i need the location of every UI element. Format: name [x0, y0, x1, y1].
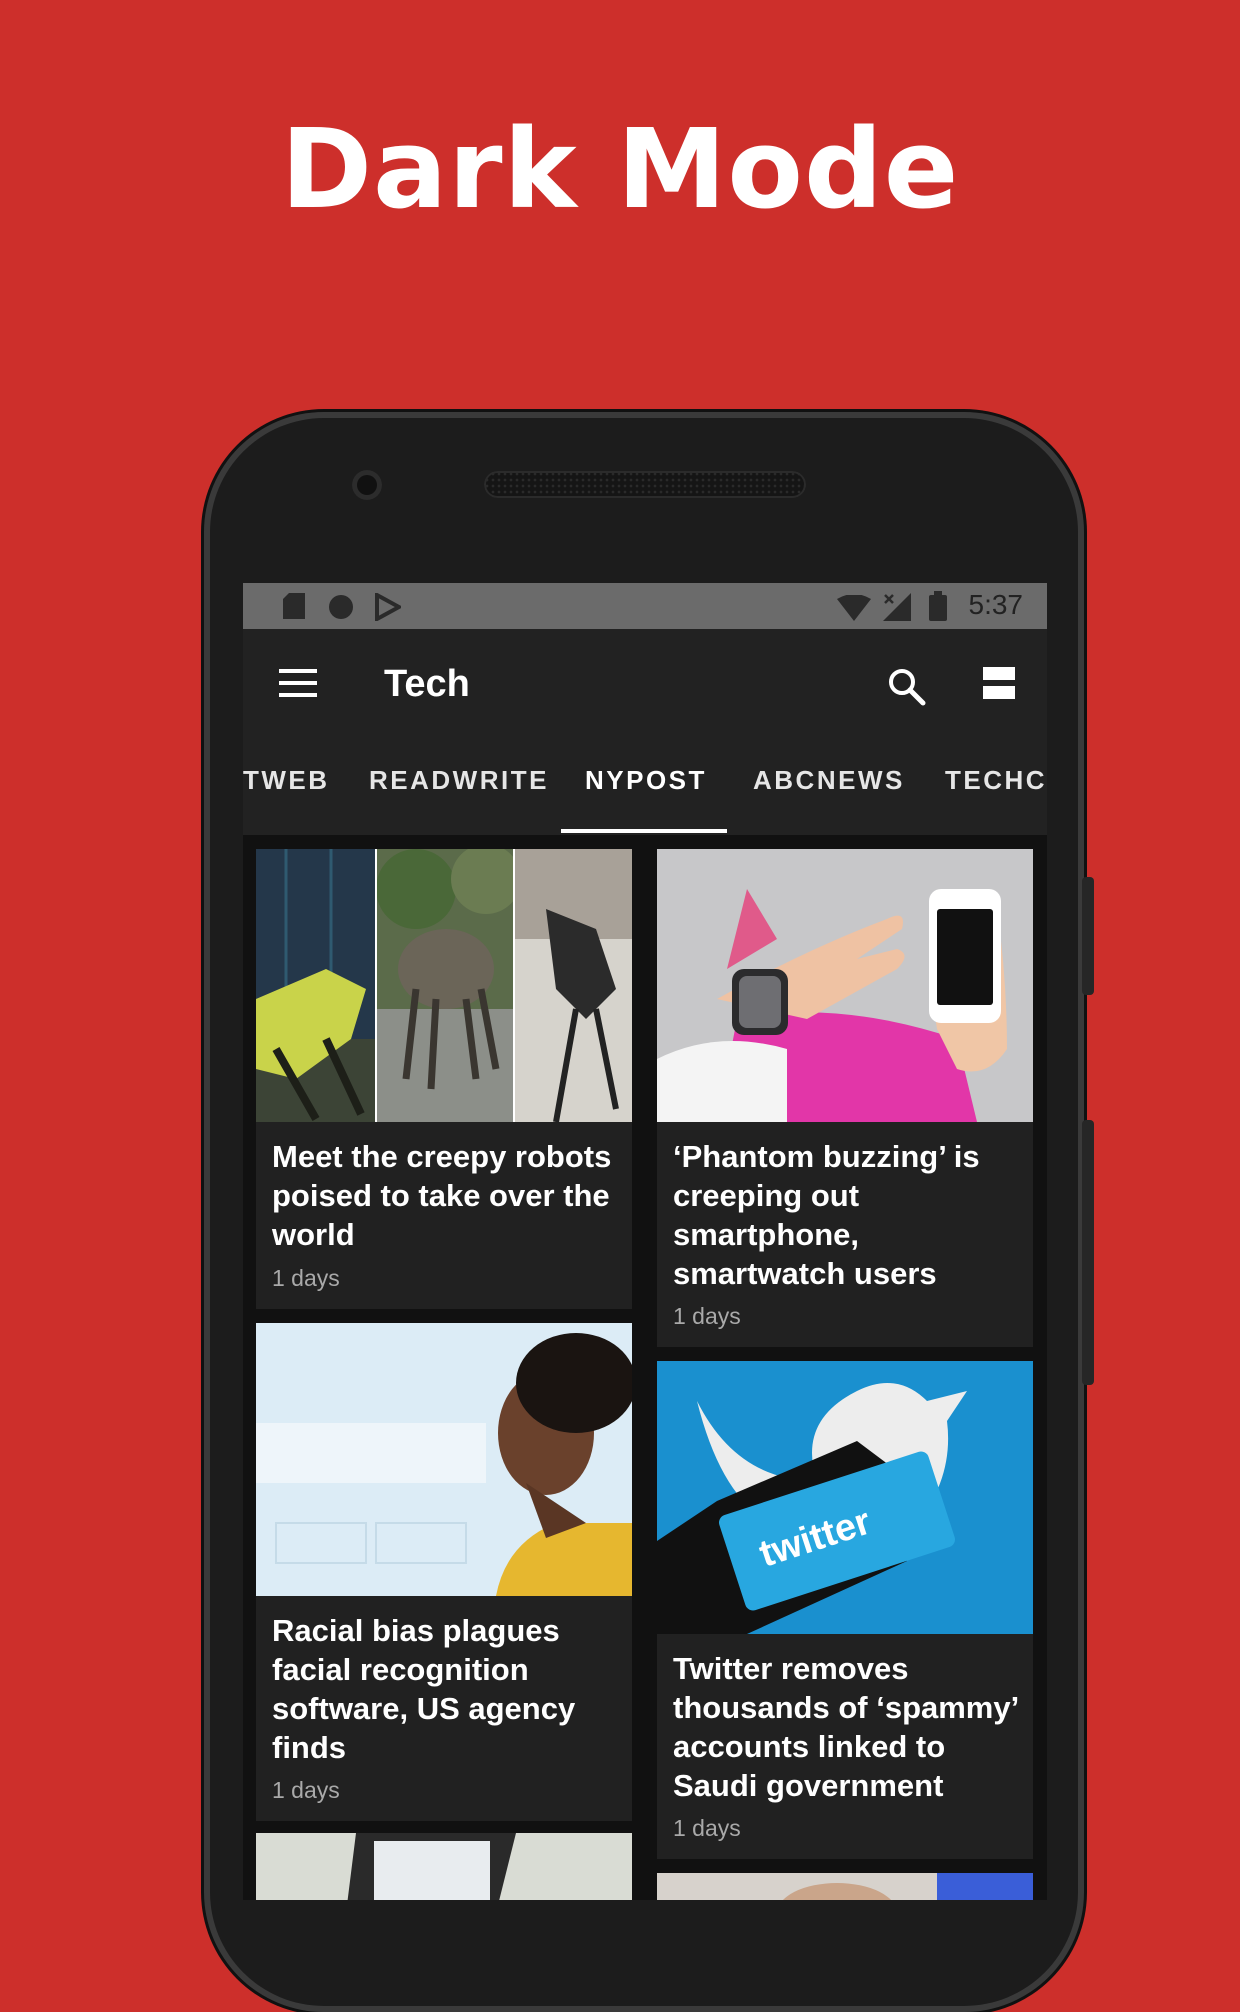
article-title: Racial bias plagues facial recognition s… — [272, 1613, 576, 1765]
phone-side-button — [1082, 877, 1094, 995]
status-time: 5:37 — [968, 589, 1024, 620]
view-toggle-icon[interactable] — [983, 667, 1015, 701]
sd-card-icon — [283, 593, 305, 619]
source-tabs: TWEB READWRITE NYPOST ABCNEWS TECHCI — [243, 739, 1047, 835]
article-image-facial-recognition — [256, 1323, 632, 1596]
app-title: Tech — [384, 663, 470, 705]
tab-readwrite[interactable]: READWRITE — [369, 765, 549, 796]
earpiece-speaker — [484, 471, 806, 498]
article-title: Twitter removes thousands of ‘spammy’ ac… — [673, 1651, 1018, 1803]
article-card[interactable]: Meet the creepy robots poised to take ov… — [256, 849, 632, 1309]
wifi-icon — [837, 595, 871, 621]
tab-abcnews[interactable]: ABCNEWS — [753, 765, 905, 796]
article-age: 1 days — [673, 1303, 741, 1329]
article-age: 1 days — [272, 1777, 340, 1803]
signal-icon — [883, 593, 911, 621]
article-image-robots — [256, 849, 632, 1122]
search-icon[interactable] — [885, 665, 929, 709]
article-image-partial — [657, 1873, 1033, 1900]
article-title: ‘Phantom buzzing’ is creeping out smartp… — [673, 1139, 980, 1291]
article-age: 1 days — [673, 1815, 741, 1841]
article-image-partial — [256, 1833, 632, 1900]
circle-icon — [329, 595, 353, 619]
article-image-twitter: twitter — [657, 1361, 1033, 1634]
article-card[interactable] — [256, 1833, 632, 1900]
tab-techci[interactable]: TECHCI — [945, 765, 1047, 796]
tab-selected-indicator — [561, 829, 727, 833]
play-store-icon — [375, 593, 401, 621]
phone-volume-button — [1082, 1120, 1094, 1385]
battery-icon — [929, 591, 947, 621]
article-card[interactable]: twitter Twitter removes thousands of ‘sp… — [657, 1361, 1033, 1859]
article-card[interactable] — [657, 1873, 1033, 1900]
phone-screen: 5:37 Tech TWEB READWRITE NYPOST ABCNEWS … — [243, 583, 1047, 1900]
article-title: Meet the creepy robots poised to take ov… — [272, 1139, 612, 1252]
article-age: 1 days — [272, 1265, 340, 1291]
menu-icon[interactable] — [279, 669, 317, 699]
article-card[interactable]: Racial bias plagues facial recognition s… — [256, 1323, 632, 1821]
front-camera — [352, 470, 382, 500]
tab-tweb[interactable]: TWEB — [243, 765, 330, 796]
app-bar: Tech — [243, 629, 1047, 739]
status-bar: 5:37 — [243, 583, 1047, 629]
promo-title: Dark Mode — [280, 105, 960, 233]
tab-nypost[interactable]: NYPOST — [585, 765, 707, 796]
article-image-smartwatch — [657, 849, 1033, 1122]
article-card[interactable]: ‘Phantom buzzing’ is creeping out smartp… — [657, 849, 1033, 1347]
